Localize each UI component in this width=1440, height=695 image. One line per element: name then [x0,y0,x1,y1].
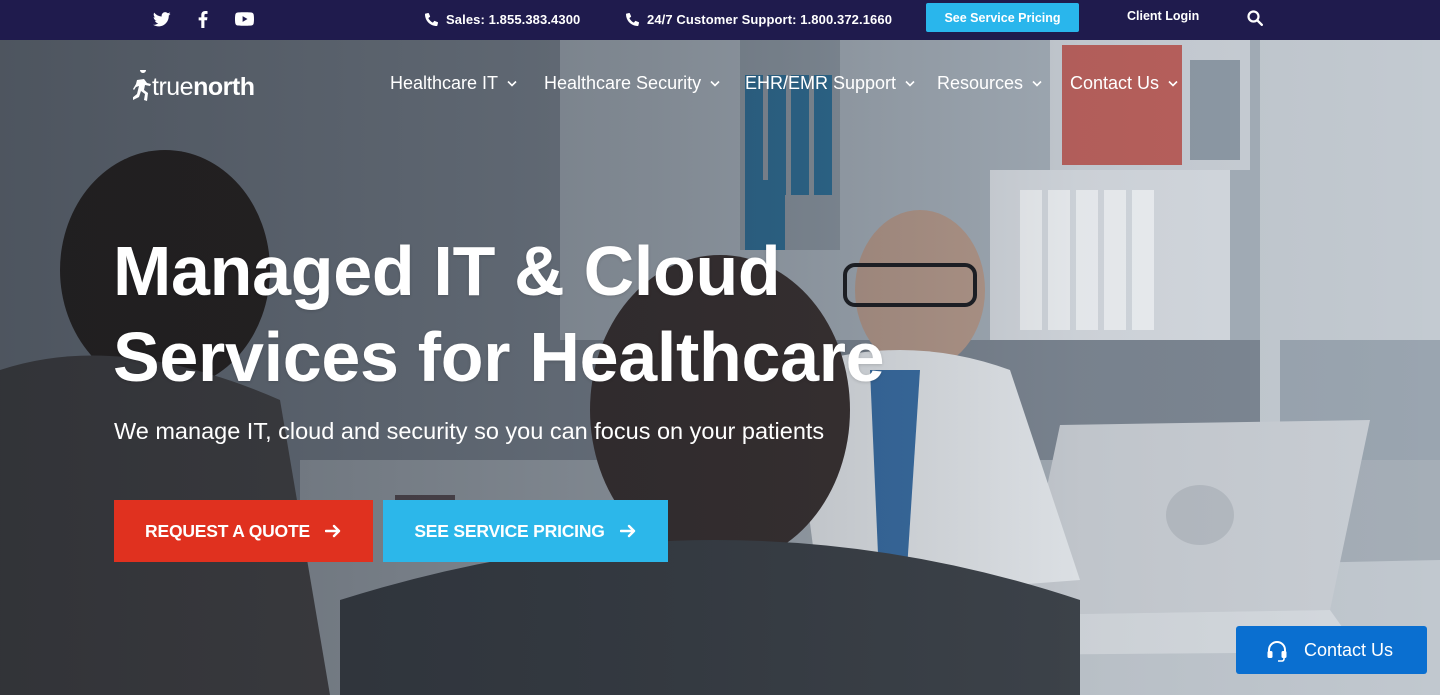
chevron-down-icon [1032,80,1042,87]
client-login-link[interactable]: Client Login [1127,9,1199,23]
nav-item-healthcare-it[interactable]: Healthcare IT [390,70,517,96]
phone-icon [425,12,438,26]
phone-icon [626,12,639,26]
see-service-pricing-cta-button[interactable]: SEE SERVICE PRICING [383,500,668,562]
hero-headline-line-1: Managed IT & Cloud [113,232,781,310]
nav-item-label: Healthcare Security [544,72,702,93]
top-bar: Sales: 1.855.383.4300 24/7 Customer Supp… [0,0,1440,40]
request-a-quote-label: REQUEST A QUOTE [145,520,310,541]
hero-subheadline: We manage IT, cloud and security so you … [114,418,825,444]
contact-us-widget-label: Contact Us [1304,639,1394,660]
logo-text-north: north [193,73,255,101]
nav-item-healthcare-security[interactable]: Healthcare Security [544,70,720,96]
support-phone[interactable]: 24/7 Customer Support: 1.800.372.1660 [626,10,892,28]
contact-us-widget-button[interactable]: Contact Us [1236,626,1427,674]
chevron-down-icon [1168,80,1178,87]
runner-logo-icon [133,70,151,101]
arrow-right-icon [619,524,635,538]
logo-text-true: true [152,73,194,101]
facebook-icon[interactable] [196,9,210,29]
nav-item-contact-us[interactable]: Contact Us [1070,70,1178,96]
headset-icon [1267,641,1287,662]
request-a-quote-button[interactable]: REQUEST A QUOTE [114,500,373,562]
chevron-down-icon [710,80,720,87]
see-service-pricing-button[interactable]: See Service Pricing [926,3,1079,32]
see-service-pricing-label: SEE SERVICE PRICING [414,520,605,541]
nav-item-label: Healthcare IT [390,72,499,93]
chevron-down-icon [507,80,517,87]
hero-headline-line-2: Services for Healthcare [113,318,885,396]
twitter-icon[interactable] [152,9,172,29]
nav-item-label: Contact Us [1070,72,1160,93]
search-icon[interactable] [1247,10,1265,28]
nav-item-resources[interactable]: Resources [937,70,1042,96]
chevron-down-icon [905,80,915,87]
sales-phone[interactable]: Sales: 1.855.383.4300 [425,10,580,28]
youtube-icon[interactable] [234,9,254,29]
truenorth-logo[interactable]: truenorth [133,66,255,102]
support-phone-label: 24/7 Customer Support: 1.800.372.1660 [647,11,893,27]
sales-phone-label: Sales: 1.855.383.4300 [446,11,581,27]
nav-item-label: EHR/EMR Support [745,72,897,93]
hero-headline: Managed IT & Cloud Services for Healthca… [113,228,933,400]
arrow-right-icon [324,524,341,538]
nav-item-ehr-emr-support[interactable]: EHR/EMR Support [745,70,915,96]
nav-item-label: Resources [937,72,1024,93]
